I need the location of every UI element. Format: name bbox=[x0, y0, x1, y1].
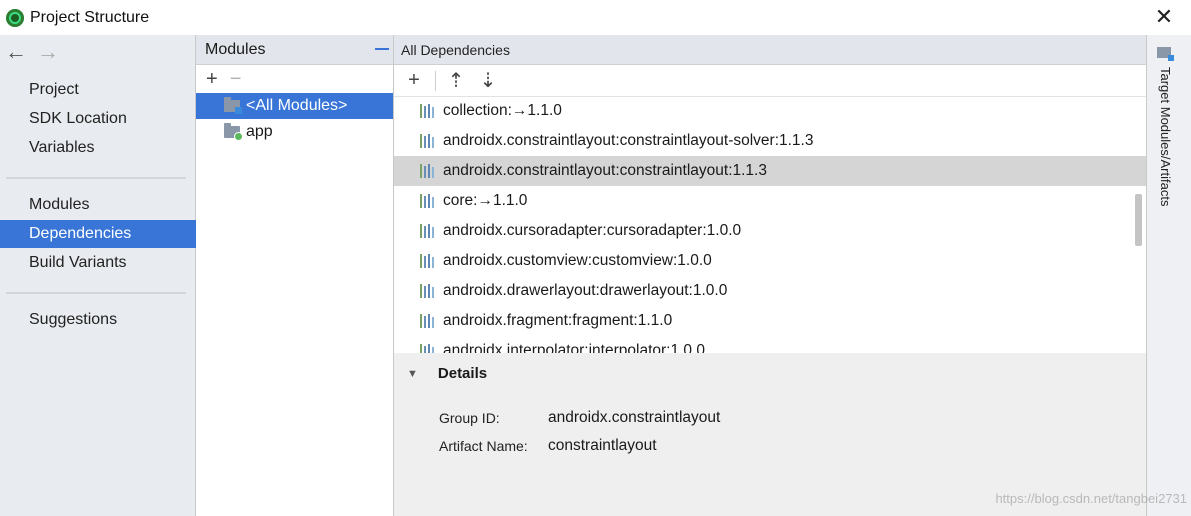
library-icon bbox=[420, 254, 438, 268]
collapse-panel-icon[interactable] bbox=[375, 48, 389, 50]
nav-item-modules[interactable]: Modules bbox=[0, 191, 196, 219]
expand-all-icon[interactable]: ⇡ bbox=[445, 70, 467, 92]
details-header: ▼ Details bbox=[407, 365, 487, 382]
artifact-name-row: Artifact Name: constraintlayout bbox=[439, 437, 657, 455]
nav-item-variables[interactable]: Variables bbox=[0, 134, 196, 162]
android-module-folder-icon bbox=[224, 123, 243, 141]
dependency-row[interactable]: androidx.customview:customview:1.0.0 bbox=[394, 246, 1146, 276]
library-icon bbox=[420, 164, 438, 178]
history-arrows: ← → bbox=[5, 41, 59, 63]
modules-panel: Modules + − <All Modules> app bbox=[196, 35, 394, 516]
library-icon bbox=[420, 104, 438, 118]
module-label: <All Modules> bbox=[246, 97, 348, 114]
nav-item-sdk-location[interactable]: SDK Location bbox=[0, 105, 196, 133]
dependencies-header: All Dependencies bbox=[394, 35, 1146, 65]
dependency-row[interactable]: core:→1.1.0 bbox=[394, 186, 1146, 216]
dependencies-toolbar: + ⇡ ⇣ bbox=[394, 65, 1146, 97]
toolbar-separator bbox=[435, 70, 436, 91]
nav-item-project[interactable]: Project bbox=[0, 76, 196, 104]
dependency-label: androidx.customview:customview:1.0.0 bbox=[443, 252, 712, 269]
collapse-all-icon[interactable]: ⇣ bbox=[477, 70, 499, 92]
vertical-scrollbar[interactable] bbox=[1135, 194, 1142, 246]
dependency-row-selected[interactable]: androidx.constraintlayout:constraintlayo… bbox=[394, 156, 1146, 186]
dependency-row[interactable]: collection:→1.1.0 bbox=[394, 96, 1146, 126]
forward-arrow-icon[interactable]: → bbox=[37, 41, 59, 63]
target-modules-icon bbox=[1157, 47, 1174, 61]
add-module-button[interactable]: + bbox=[206, 68, 218, 91]
dependency-list: collection:→1.1.0 androidx.constraintlay… bbox=[394, 96, 1146, 354]
remove-module-button[interactable]: − bbox=[230, 68, 242, 91]
nav-divider bbox=[6, 177, 186, 179]
dependency-label: androidx.constraintlayout:constraintlayo… bbox=[443, 162, 767, 179]
close-icon[interactable]: ✕ bbox=[1151, 4, 1177, 30]
dependency-label: collection:→1.1.0 bbox=[443, 102, 562, 119]
dependencies-panel: All Dependencies + ⇡ ⇣ collection:→1.1.0… bbox=[394, 35, 1146, 516]
dependency-label: androidx.constraintlayout:constraintlayo… bbox=[443, 132, 814, 149]
dependency-row[interactable]: androidx.drawerlayout:drawerlayout:1.0.0 bbox=[394, 276, 1146, 306]
target-modules-artifacts-tab[interactable]: Target Modules/Artifacts bbox=[1158, 67, 1173, 206]
nav-item-build-variants[interactable]: Build Variants bbox=[0, 249, 196, 277]
library-icon bbox=[420, 134, 438, 148]
dependency-row[interactable]: androidx.cursoradapter:cursoradapter:1.0… bbox=[394, 216, 1146, 246]
right-tool-stripe: Target Modules/Artifacts bbox=[1146, 35, 1191, 516]
group-id-label: Group ID: bbox=[439, 410, 500, 426]
add-dependency-button[interactable]: + bbox=[403, 69, 425, 92]
title-bar: Project Structure ✕ bbox=[0, 0, 1191, 35]
module-item-app[interactable]: app bbox=[196, 119, 393, 145]
watermark: https://blog.csdn.net/tangbei2731 bbox=[995, 491, 1187, 506]
module-item-all-modules[interactable]: <All Modules> bbox=[196, 93, 393, 119]
module-folder-icon bbox=[224, 97, 242, 114]
nav-item-suggestions[interactable]: Suggestions bbox=[0, 306, 196, 334]
artifact-name-label: Artifact Name: bbox=[439, 438, 528, 454]
nav-divider bbox=[6, 292, 186, 294]
collapse-triangle-icon[interactable]: ▼ bbox=[407, 368, 418, 380]
back-arrow-icon[interactable]: ← bbox=[5, 41, 27, 63]
android-studio-icon bbox=[6, 8, 24, 27]
dependency-row[interactable]: androidx.interpolator:interpolator:1.0.0 bbox=[394, 336, 1146, 353]
library-icon bbox=[420, 194, 438, 208]
left-navigation: ← → Project SDK Location Variables Modul… bbox=[0, 35, 196, 516]
group-id-row: Group ID: androidx.constraintlayout bbox=[439, 409, 720, 427]
group-id-value: androidx.constraintlayout bbox=[548, 409, 721, 426]
modules-toolbar: + − bbox=[196, 65, 393, 93]
library-icon bbox=[420, 284, 438, 298]
modules-header: Modules bbox=[196, 35, 393, 65]
library-icon bbox=[420, 314, 438, 328]
details-title: Details bbox=[437, 365, 488, 382]
window-title: Project Structure bbox=[30, 8, 150, 26]
dependency-label: androidx.drawerlayout:drawerlayout:1.0.0 bbox=[443, 282, 728, 299]
library-icon bbox=[420, 224, 438, 238]
dependency-label: androidx.fragment:fragment:1.1.0 bbox=[443, 312, 673, 329]
dependency-row[interactable]: androidx.fragment:fragment:1.1.0 bbox=[394, 306, 1146, 336]
dependency-label: core:→1.1.0 bbox=[443, 192, 528, 209]
module-label: app bbox=[246, 123, 273, 140]
dependency-row[interactable]: androidx.constraintlayout:constraintlayo… bbox=[394, 126, 1146, 156]
nav-item-dependencies[interactable]: Dependencies bbox=[0, 220, 196, 248]
artifact-name-value: constraintlayout bbox=[548, 437, 657, 454]
dependency-label: androidx.cursoradapter:cursoradapter:1.0… bbox=[443, 222, 742, 239]
modules-title: Modules bbox=[205, 40, 266, 58]
